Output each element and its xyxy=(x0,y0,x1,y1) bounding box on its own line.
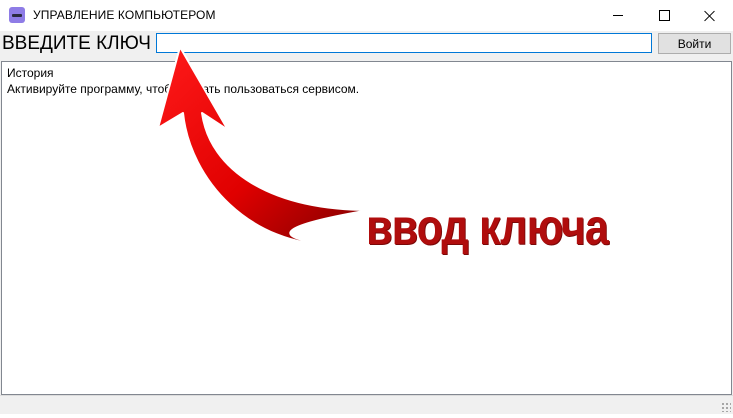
history-panel[interactable]: История Активируйте программу, чтобы нач… xyxy=(1,61,732,395)
resize-grip-icon[interactable] xyxy=(721,402,731,412)
title-bar[interactable]: УПРАВЛЕНИЕ КОМПЬЮТЕРОМ xyxy=(0,0,733,31)
key-label: ВВЕДИТЕ КЛЮЧ xyxy=(2,33,151,54)
close-button[interactable] xyxy=(687,0,733,31)
close-icon xyxy=(704,10,716,22)
maximize-button[interactable] xyxy=(641,0,687,31)
history-message: Активируйте программу, чтобы начать поль… xyxy=(7,82,360,96)
key-input[interactable] xyxy=(156,33,652,53)
app-icon xyxy=(9,7,25,23)
window-title: УПРАВЛЕНИЕ КОМПЬЮТЕРОМ xyxy=(33,8,216,22)
minimize-icon xyxy=(613,15,623,16)
history-title: История xyxy=(7,66,54,80)
login-button[interactable]: Войти xyxy=(658,33,731,54)
maximize-icon xyxy=(658,10,670,21)
status-bar xyxy=(0,395,733,414)
app-window: УПРАВЛЕНИЕ КОМПЬЮТЕРОМ ВВЕДИТЕ КЛЮЧ Войт… xyxy=(0,0,733,414)
minimize-button[interactable] xyxy=(595,0,641,31)
